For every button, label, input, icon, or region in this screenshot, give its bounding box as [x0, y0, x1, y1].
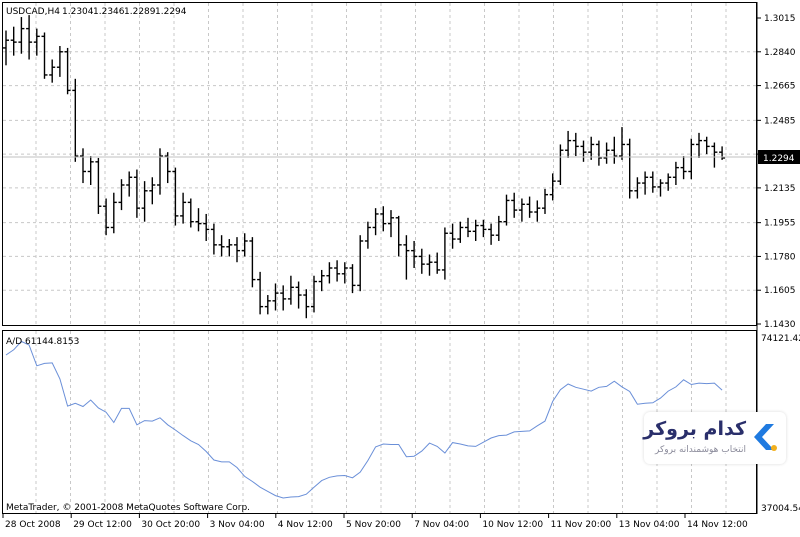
chart-window[interactable]: USDCAD,H4 1.2304 1.2346 1.2289 1.2294 1.… — [0, 0, 800, 533]
indicator-scale-top: 74121.42 — [761, 334, 800, 344]
time-axis-label: 4 Nov 12:00 — [278, 520, 333, 530]
time-axis-label: 3 Nov 04:00 — [210, 520, 265, 530]
time-axis-label: 28 Oct 2008 — [5, 520, 61, 530]
price-axis-label: 1.2840 — [764, 48, 796, 58]
time-axis-label: 10 Nov 12:00 — [482, 520, 543, 530]
time-axis-label: 14 Nov 12:00 — [687, 520, 748, 530]
chevron-left-icon — [754, 424, 777, 451]
time-axis-label: 5 Nov 20:00 — [346, 520, 401, 530]
price-axis-label: 1.1780 — [764, 252, 796, 262]
price-axis-label: 1.1430 — [764, 320, 796, 330]
price-axis-label: 1.1955 — [764, 219, 796, 229]
price-axis-label: 1.3015 — [764, 14, 796, 24]
price-axis-label: 1.2485 — [764, 116, 796, 126]
price-axis-label: 1.2135 — [764, 184, 796, 194]
time-axis-label: 30 Oct 20:00 — [141, 520, 200, 530]
ohlc-close: 1.2294 — [155, 7, 187, 17]
time-axis-label: 7 Nov 04:00 — [414, 520, 469, 530]
symbol-header: USDCAD,H4 — [6, 7, 60, 17]
price-axis-label: 1.1605 — [764, 286, 796, 296]
price-axis-label: 1.2665 — [764, 82, 796, 92]
current-price-label: 1.2294 — [763, 154, 795, 164]
copyright-text: MetaTrader, © 2001-2008 MetaQuotes Softw… — [6, 503, 250, 513]
indicator-label: A/D 61144.8153 — [6, 337, 79, 347]
watermark-logo: کدام بروکر انتخاب هوشمندانه بروکر — [643, 412, 786, 464]
watermark-subtitle: انتخاب هوشمندانه بروکر — [655, 445, 746, 455]
time-axis-label: 29 Oct 12:00 — [73, 520, 132, 530]
ohlc-open: 1.2304 — [62, 7, 94, 17]
time-axis-label: 11 Nov 20:00 — [551, 520, 612, 530]
watermark-title: کدام بروکر — [643, 418, 746, 440]
time-axis-label: 13 Nov 04:00 — [619, 520, 680, 530]
ohlc-high: 1.2346 — [93, 7, 125, 17]
indicator-scale-bottom: 37004.54 — [761, 504, 800, 514]
ohlc-low: 1.2289 — [124, 7, 156, 17]
